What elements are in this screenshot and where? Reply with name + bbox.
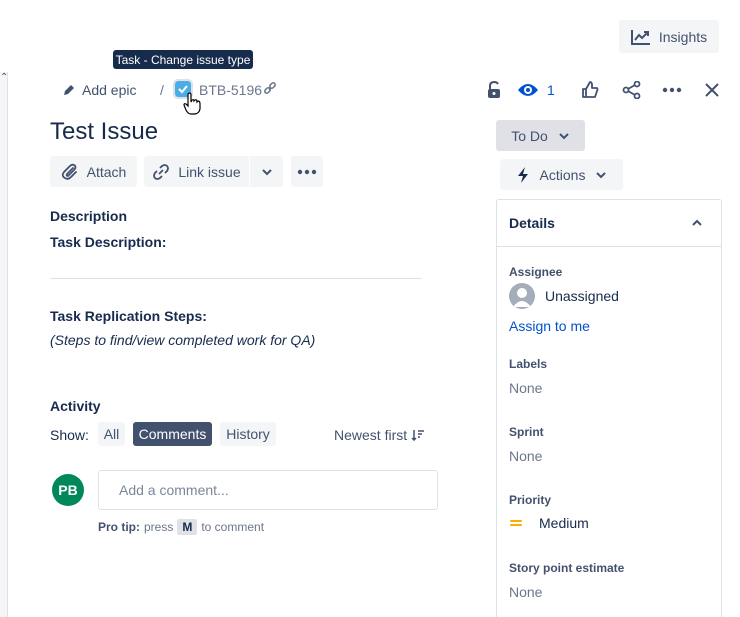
share-icon[interactable] [621,78,643,102]
priority-value: Medium [539,515,589,531]
issue-title[interactable]: Test Issue [50,117,158,147]
keyboard-shortcut-key: M [177,519,198,535]
show-label: Show: [50,427,89,443]
sort-descending-icon [411,430,425,441]
activity-heading: Activity [50,398,101,414]
pencil-icon [64,85,74,95]
insights-label: Insights [658,28,708,45]
lightning-icon [517,166,528,183]
pro-tip-label: Pro tip: [98,520,140,534]
priority-medium-icon [510,520,522,526]
assignee-label: Assignee [509,265,563,279]
sort-order-label: Newest first [334,427,408,443]
replication-steps-label[interactable]: Task Replication Steps: [50,308,207,324]
link-issue-label: Link issue [178,163,241,180]
story-points-label: Story point estimate [509,561,625,575]
lock-icon[interactable] [485,78,503,102]
more-actions-button[interactable] [291,156,323,187]
sprint-value[interactable]: None [509,448,542,464]
link-issue-button[interactable]: Link issue [144,156,249,187]
add-epic-label: Add epic [82,82,137,98]
trend-chart-icon [630,29,650,45]
priority-field[interactable]: Medium [509,515,589,531]
task-description-label[interactable]: Task Description: [50,234,166,250]
issue-key-link[interactable]: BTB-5196 [199,80,262,100]
chevron-down-icon [559,132,569,139]
watchers-count: 1 [547,82,555,98]
chevron-down-icon [261,168,272,175]
link-icon [153,163,170,180]
chevron-up-icon [692,219,702,226]
sort-order-button[interactable]: Newest first [334,426,425,444]
left-panel-edge [0,72,8,617]
replication-steps-text[interactable]: (Steps to find/view completed work for Q… [50,332,315,348]
priority-label: Priority [509,493,552,507]
details-panel [496,199,722,617]
attach-button[interactable]: Attach [50,156,137,187]
assignee-value: Unassigned [545,288,619,304]
details-header[interactable]: Details [496,199,722,247]
labels-value[interactable]: None [509,380,542,396]
hand-cursor-icon [183,92,201,119]
status-dropdown[interactable]: To Do [496,120,585,151]
paperclip-icon [61,163,77,180]
collapse-caret-icon[interactable]: ⌃ [0,72,8,86]
description-divider [50,278,422,279]
details-title: Details [509,214,555,231]
eye-icon [518,84,538,96]
assignee-field[interactable]: Unassigned [509,283,619,309]
attach-label: Attach [86,163,127,180]
story-points-value[interactable]: None [509,584,542,600]
labels-label: Labels [509,357,548,371]
more-options-icon[interactable] [661,78,683,102]
unassigned-avatar-icon [509,283,535,309]
user-avatar: PB [52,474,84,506]
more-icon [297,169,317,174]
copy-link-icon[interactable] [263,82,277,99]
sprint-label: Sprint [509,425,544,439]
insights-button[interactable]: Insights [619,20,719,53]
pro-tip: Pro tip: press M to comment [98,519,264,535]
pro-tip-press: press [144,520,174,534]
pro-tip-suffix: to comment [201,520,265,534]
add-epic-button[interactable]: Add epic [62,80,136,100]
filter-history[interactable]: History [220,422,276,446]
breadcrumb-separator: / [160,82,164,98]
description-heading: Description [50,208,128,224]
status-label: To Do [511,127,548,144]
filter-all[interactable]: All [98,422,125,446]
watch-button[interactable]: 1 [517,78,555,102]
filter-comments[interactable]: Comments [133,422,212,446]
comment-input[interactable]: Add a comment... [98,470,438,510]
link-issue-dropdown[interactable] [250,156,283,187]
actions-label: Actions [539,166,586,183]
chevron-down-icon [596,171,607,178]
close-icon[interactable] [701,78,723,102]
assign-to-me-link[interactable]: Assign to me [509,318,590,334]
actions-dropdown[interactable]: Actions [500,159,623,190]
thumbs-up-icon[interactable] [580,78,600,102]
issue-type-tooltip: Task - Change issue type [113,50,253,69]
